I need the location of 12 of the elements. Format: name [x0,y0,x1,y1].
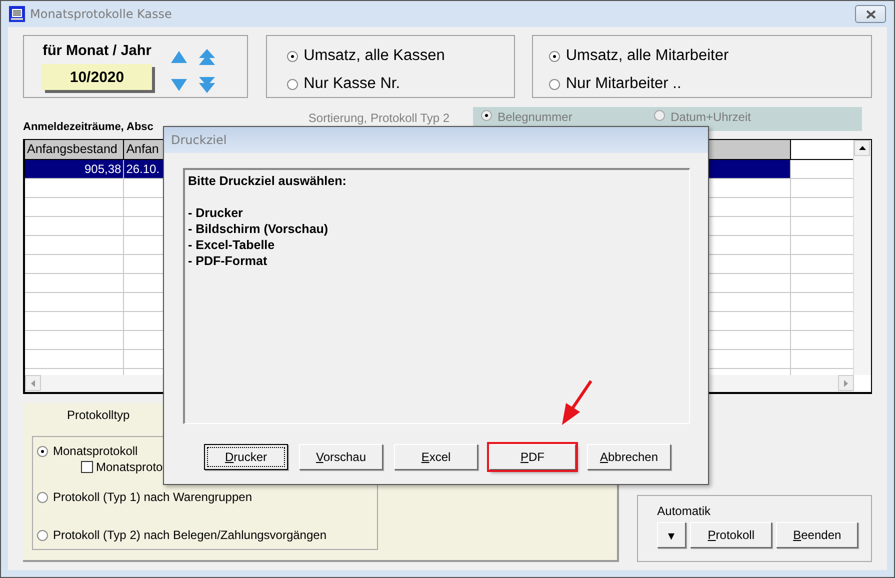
message-line: - Bildschirm (Vorschau) [188,221,328,237]
dialog-title: Druckziel [171,133,227,147]
panel-title: Protokolltyp [67,408,131,422]
window-title: Monatsprotokolle Kasse [30,7,172,21]
message-line: - PDF-Format [188,253,268,269]
period-label: für Monat / Jahr [42,43,152,59]
table-caption: Anmeldezeiträume, Absc [23,121,154,133]
panel-title: Automatik [657,504,712,518]
message-line: - Excel-Tabelle [188,237,275,253]
message-line: - Drucker [188,205,243,221]
table-cell: 905,38 [25,160,124,179]
sort-label: Sortierung, Protokoll Typ 2 [308,111,450,127]
